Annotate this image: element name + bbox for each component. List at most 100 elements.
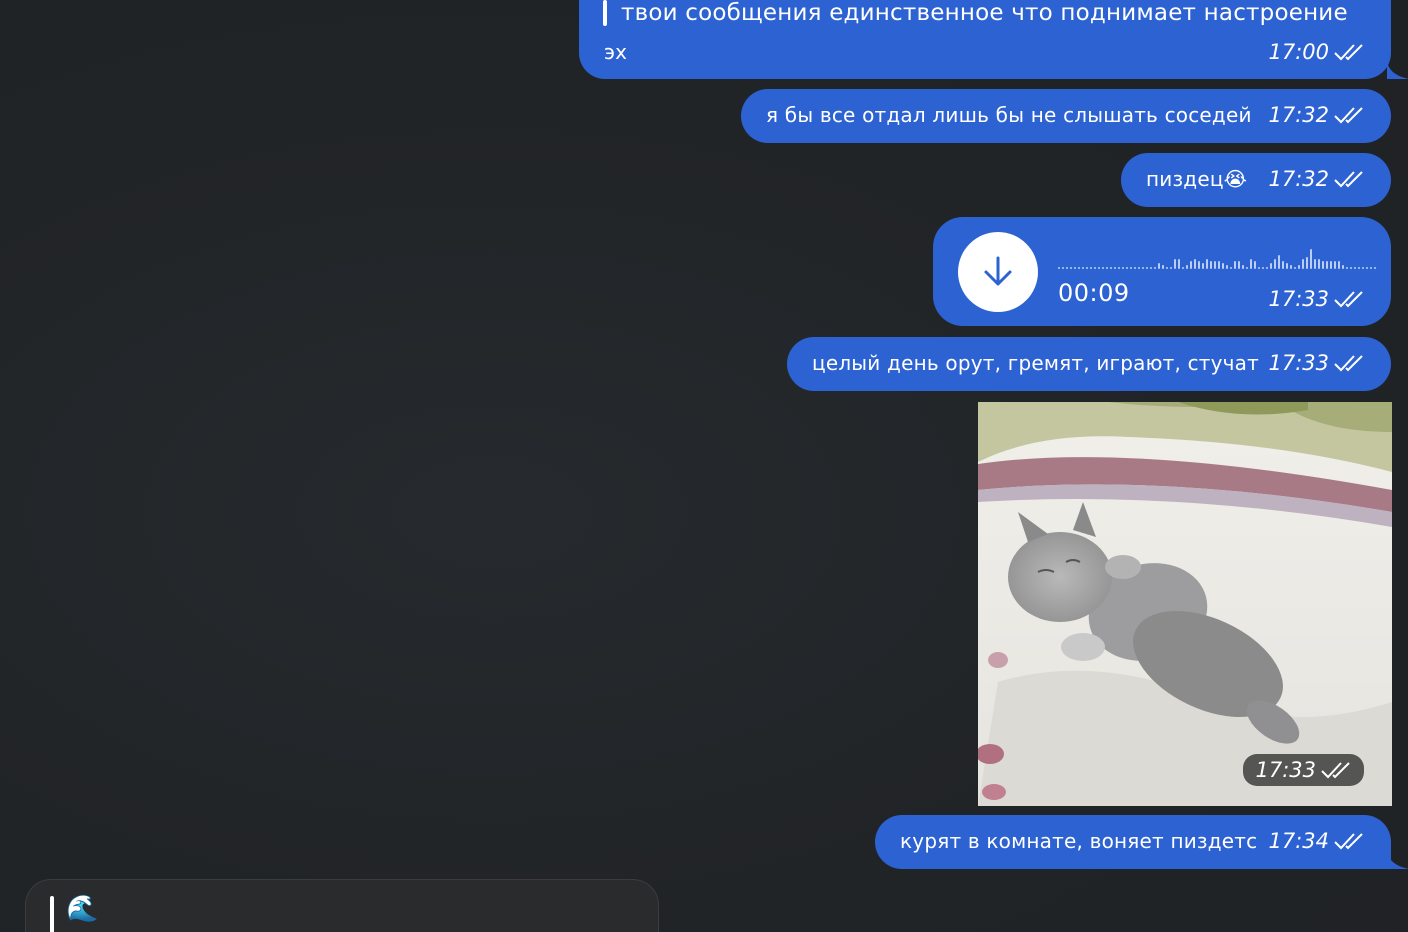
waveform-bar [1350, 267, 1352, 269]
waveform-bar [1066, 267, 1068, 269]
voice-download-button[interactable] [958, 232, 1038, 312]
message-bubble-1[interactable]: твои сообщения единственное что поднимае… [579, 0, 1408, 79]
waveform-bar [1342, 265, 1344, 269]
waveform-bar [1234, 261, 1236, 269]
waveform-bar [1334, 261, 1336, 269]
waveform-bar [1126, 267, 1128, 269]
waveform-bar [1058, 267, 1060, 269]
waveform-bar [1174, 259, 1176, 269]
reply-preview-panel[interactable]: 🌊 [25, 879, 659, 932]
waveform-bar [1206, 259, 1208, 269]
bubble-tail [1387, 61, 1408, 79]
waveform-bar [1122, 267, 1124, 269]
waveform-bar [1182, 267, 1184, 269]
photo-message[interactable]: 17:33 [978, 402, 1392, 806]
waveform-bar [1318, 259, 1320, 269]
waveform-bar [1302, 259, 1304, 269]
waveform-bar [1186, 265, 1188, 269]
waveform-bar [1358, 267, 1360, 269]
waveform-bar [1274, 259, 1276, 269]
waveform-bar [1290, 265, 1292, 269]
waveform-bar [1178, 259, 1180, 269]
double-check-icon [1333, 42, 1365, 62]
waveform-bar [1238, 261, 1240, 269]
waveform-bar [1310, 249, 1312, 269]
double-check-icon [1333, 105, 1365, 125]
double-check-icon [1333, 289, 1365, 309]
waveform-bar [1130, 267, 1132, 269]
message-time: 17:33 [1268, 287, 1329, 311]
waveform-bar [1142, 267, 1144, 269]
message-bubble-5[interactable]: целый день орут, гремят, играют, стучат … [787, 337, 1391, 391]
waveform-bar [1102, 267, 1104, 269]
message-meta: 17:33 [1268, 287, 1365, 311]
reply-preview-text: 🌊 [66, 894, 99, 924]
waveform-bar [1366, 267, 1368, 269]
message-time: 17:32 [1268, 167, 1329, 191]
waveform-bar [1090, 267, 1092, 269]
voice-message-bubble[interactable]: 00:09 17:33 [933, 217, 1391, 326]
waveform-bar [1278, 255, 1280, 269]
waveform-bar [1166, 267, 1168, 269]
waveform-bar [1286, 263, 1288, 269]
waveform-bar [1202, 263, 1204, 269]
message-meta: 17:32 [1268, 103, 1365, 127]
voice-waveform[interactable] [1058, 245, 1376, 269]
voice-duration: 00:09 [1058, 279, 1130, 307]
waveform-bar [1258, 267, 1260, 269]
bubble-tail [1387, 851, 1408, 869]
waveform-bar [1118, 267, 1120, 269]
waveform-bar [1354, 267, 1356, 269]
message-text: курят в комнате, воняет пиздетс [900, 829, 1258, 853]
reply-quote-text: твои сообщения единственное что поднимае… [621, 0, 1348, 26]
chat-area: твои сообщения единственное что поднимае… [0, 0, 1408, 932]
waveform-bar [1338, 261, 1340, 269]
message-bubble-2[interactable]: я бы все отдал лишь бы не слышать соседе… [741, 89, 1391, 143]
message-meta: 17:34 [1268, 829, 1365, 853]
waveform-bar [1086, 267, 1088, 269]
waveform-bar [1306, 257, 1308, 269]
reply-quote-bar [603, 0, 607, 26]
waveform-bar [1074, 267, 1076, 269]
waveform-bar [1194, 259, 1196, 269]
double-check-icon [1320, 760, 1352, 780]
waveform-bar [1138, 267, 1140, 269]
waveform-bar [1134, 267, 1136, 269]
message-bubble-7[interactable]: курят в комнате, воняет пиздетс 17:34 [875, 815, 1408, 869]
waveform-bar [1210, 261, 1212, 269]
waveform-bar [1346, 267, 1348, 269]
double-check-icon [1333, 169, 1365, 189]
waveform-bar [1106, 267, 1108, 269]
arrow-down-icon [984, 256, 1012, 286]
message-meta: 17:00 [1268, 40, 1365, 64]
waveform-bar [1266, 267, 1268, 269]
message-time: 17:33 [1255, 758, 1316, 782]
waveform-bar [1162, 265, 1164, 269]
waveform-bar [1150, 267, 1152, 269]
message-text: я бы все отдал лишь бы не слышать соседе… [766, 103, 1252, 127]
waveform-bar [1314, 259, 1316, 269]
message-text: эх [604, 40, 628, 64]
waveform-bar [1094, 267, 1096, 269]
waveform-bar [1198, 261, 1200, 269]
waveform-bar [1190, 261, 1192, 269]
waveform-bar [1082, 267, 1084, 269]
waveform-bar [1070, 267, 1072, 269]
reply-preview-bar [50, 896, 54, 932]
message-text: пиздец😭 [1146, 167, 1248, 191]
waveform-bar [1222, 263, 1224, 269]
message-meta: 17:32 [1268, 167, 1365, 191]
waveform-bar [1282, 261, 1284, 269]
waveform-bar [1062, 267, 1064, 269]
waveform-bar [1326, 261, 1328, 269]
photo-meta: 17:33 [1243, 754, 1364, 786]
message-time: 17:32 [1268, 103, 1329, 127]
waveform-bar [1322, 261, 1324, 269]
waveform-bar [1230, 267, 1232, 269]
waveform-bar [1226, 265, 1228, 269]
waveform-bar [1330, 261, 1332, 269]
waveform-bar [1362, 267, 1364, 269]
waveform-bar [1098, 267, 1100, 269]
message-bubble-3[interactable]: пиздец😭 17:32 [1121, 153, 1391, 207]
waveform-bar [1154, 267, 1156, 269]
